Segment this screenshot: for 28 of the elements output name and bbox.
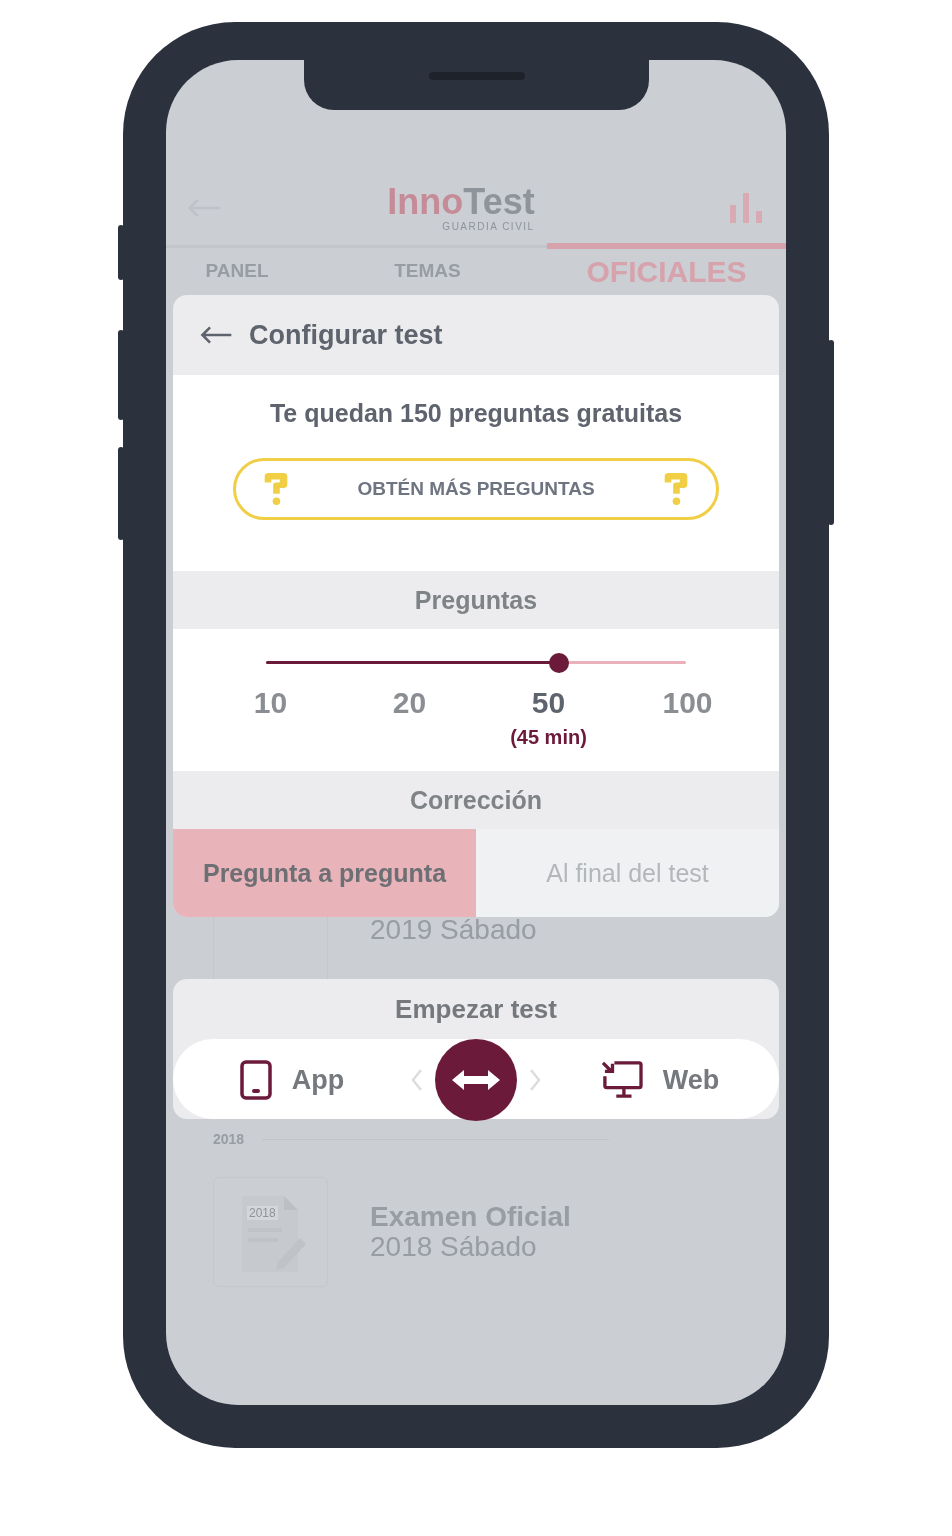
question-count-option[interactable]: 100 [662,686,713,720]
section-heading: Corrección [410,785,542,815]
slider-thumb[interactable] [549,653,570,673]
logo: InnoTest GUARDIA CIVIL [387,183,535,232]
dialog-title: Configurar test [249,319,443,351]
question-count-option[interactable]: 10 [253,686,288,720]
correction-option[interactable]: Al final del test [476,829,779,917]
back-arrow-icon[interactable] [199,324,233,346]
year-label: 2018 [247,1206,278,1220]
monitor-arrow-icon [600,1061,643,1099]
section-heading: Empezar test [395,993,557,1025]
duration-text: (45 min) [510,726,587,749]
chevron-left-icon [411,1068,423,1092]
question-mark-icon [662,472,690,506]
question-count-option[interactable]: 50 [531,686,566,720]
tablet-icon [239,1060,272,1100]
exam-thumbnail[interactable]: 2018 [213,1177,328,1287]
question-count-option[interactable]: 20 [392,686,427,720]
mode-label: Web [662,1064,720,1096]
get-more-questions-button[interactable]: OBTÉN MÁS PREGUNTAS [233,458,719,520]
side-button[interactable] [118,225,124,280]
double-arrow-icon [450,1068,502,1092]
chevron-right-icon [529,1068,541,1092]
remaining-questions-text: Te quedan 150 preguntas gratuitas [269,399,683,428]
correction-option[interactable]: Pregunta a pregunta [173,829,476,917]
mode-label: App [291,1064,345,1096]
question-mark-icon [262,472,290,506]
section-heading: Preguntas [414,585,538,615]
